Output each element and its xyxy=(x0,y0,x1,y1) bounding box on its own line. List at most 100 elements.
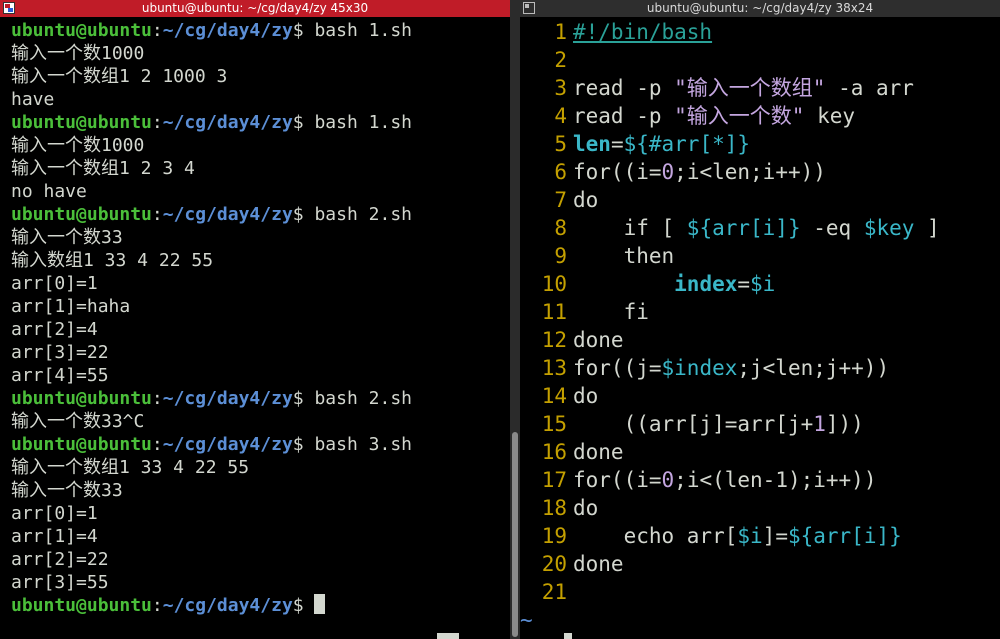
prompt-colon: : xyxy=(151,204,163,225)
code-token: = xyxy=(737,272,751,296)
code-token: "输入一个数组" xyxy=(674,76,826,100)
code-token: ${arr[i]} xyxy=(686,216,801,240)
line-number: 2 xyxy=(554,48,567,72)
code-token: ${arr[i]} xyxy=(787,524,902,548)
code-token: -a arr xyxy=(825,76,914,100)
code-line[interactable]: 13 for((j=$index;j<len;j++)) xyxy=(520,354,1000,382)
code-token: ;j<len;j++)) xyxy=(737,356,890,380)
terminal-prompt-line: ubuntu@ubuntu:~/cg/day4/zy$ bash 1.sh xyxy=(11,111,506,134)
code-line[interactable]: 20 done xyxy=(520,550,1000,578)
code-token: "输入一个数" xyxy=(674,104,805,128)
prompt-user: ubuntu@ubuntu xyxy=(11,204,152,225)
line-number: 1 xyxy=(554,20,567,44)
prompt-dollar: $ xyxy=(292,595,304,616)
code-line[interactable]: 4 read -p "输入一个数" key xyxy=(520,102,1000,130)
code-line[interactable]: 19 echo arr[$i]=${arr[i]} xyxy=(520,522,1000,550)
code-line[interactable]: 6 for((i=0;i<len;i++)) xyxy=(520,158,1000,186)
code-token: read -p xyxy=(573,76,675,100)
terminal-output-line: arr[2]=22 xyxy=(11,549,109,570)
code-line[interactable]: 14 do xyxy=(520,382,1000,410)
code-token: for((i= xyxy=(573,160,662,184)
code-token: $key xyxy=(863,216,915,240)
line-number: 6 xyxy=(554,160,567,184)
code-token: key xyxy=(804,104,856,128)
vim-editor-buffer[interactable]: 1 #!/bin/bash 2 3 read -p "输入一个数组" -a arr 4 re… xyxy=(520,18,1000,606)
prompt-command: bash 2.sh xyxy=(303,388,412,409)
code-line[interactable]: 10 index=$i xyxy=(520,270,1000,298)
line-number: 5 xyxy=(554,132,567,156)
code-token: ((arr[j]=arr[j+ xyxy=(573,412,814,436)
right-terminal-window[interactable]: ubuntu@ubuntu: ~/cg/day4/zy 38x24 1 #!/bi… xyxy=(520,0,1000,639)
code-token: #!/bin/bash xyxy=(573,20,713,44)
code-token: for((i= xyxy=(573,468,662,492)
code-token: index xyxy=(674,272,738,296)
code-line[interactable]: 8 if [ ${arr[i]} -eq $key ] xyxy=(520,214,1000,242)
terminal-output-line: arr[1]=4 xyxy=(11,526,98,547)
code-line[interactable]: 7 do xyxy=(520,186,1000,214)
code-line[interactable]: 11 fi xyxy=(520,298,1000,326)
code-token: len xyxy=(573,132,611,156)
vim-empty-line-marker: ~ xyxy=(520,608,533,632)
prompt-user: ubuntu@ubuntu xyxy=(11,112,152,133)
terminal-output-line: 输入一个数33^C xyxy=(11,411,145,432)
left-terminal-window[interactable]: ubuntu@ubuntu: ~/cg/day4/zy 45x30 ubuntu… xyxy=(0,0,510,639)
line-number: 19 xyxy=(541,524,567,548)
prompt-dollar: $ xyxy=(292,204,304,225)
terminal-output-line: arr[4]=55 xyxy=(11,365,109,386)
terminal-output-line: have xyxy=(11,89,55,110)
code-token: ${#arr[*]} xyxy=(623,132,751,156)
terminal-output-line: 输入一个数组1 2 1000 3 xyxy=(11,66,228,87)
code-token: -eq xyxy=(800,216,864,240)
code-line[interactable]: 9 then xyxy=(520,242,1000,270)
left-terminal-titlebar[interactable]: ubuntu@ubuntu: ~/cg/day4/zy 45x30 xyxy=(0,0,510,17)
code-token: ])) xyxy=(825,412,864,436)
code-token: $i xyxy=(750,272,776,296)
right-terminal-title: ubuntu@ubuntu: ~/cg/day4/zy 38x24 xyxy=(646,1,874,15)
code-token: ;i<len;i++)) xyxy=(674,160,826,184)
line-number: 16 xyxy=(541,440,567,464)
code-token: ;i<(len-1);i++)) xyxy=(674,468,877,492)
code-line[interactable]: 16 done xyxy=(520,438,1000,466)
vim-status-mark xyxy=(564,633,572,639)
code-line[interactable]: 3 read -p "输入一个数组" -a arr xyxy=(520,74,1000,102)
prompt-command: bash 2.sh xyxy=(303,204,412,225)
code-line[interactable]: 1 #!/bin/bash xyxy=(520,18,1000,46)
terminal-prompt-line: ubuntu@ubuntu:~/cg/day4/zy$ bash 2.sh xyxy=(11,387,506,410)
desktop-screen: ubuntu@ubuntu: ~/cg/day4/zy 45x30 ubuntu… xyxy=(0,0,1000,639)
prompt-colon: : xyxy=(151,20,163,41)
code-token: if [ xyxy=(573,216,687,240)
prompt-dollar: $ xyxy=(292,434,304,455)
prompt-command: bash 1.sh xyxy=(303,20,412,41)
terminal-output-line: 输入一个数组1 33 4 22 55 xyxy=(11,457,250,478)
line-number: 7 xyxy=(554,188,567,212)
prompt-colon: : xyxy=(151,595,163,616)
terminal-output-line: 输入一个数33 xyxy=(11,480,123,501)
left-terminal-scrollbar[interactable] xyxy=(510,0,520,639)
prompt-colon: : xyxy=(151,112,163,133)
scrollbar-thumb[interactable] xyxy=(512,432,518,637)
code-token: done xyxy=(573,440,624,464)
code-token: done xyxy=(573,552,624,576)
code-token: = xyxy=(610,132,624,156)
code-line[interactable]: 18 do xyxy=(520,494,1000,522)
code-line[interactable]: 17 for((i=0;i<(len-1);i++)) xyxy=(520,466,1000,494)
code-token: then xyxy=(573,244,675,268)
code-token: do xyxy=(573,496,599,520)
code-line[interactable]: 21 xyxy=(520,578,1000,606)
terminal-output[interactable]: ubuntu@ubuntu:~/cg/day4/zy$ bash 1.sh 输入一… xyxy=(11,19,506,617)
code-token: fi xyxy=(573,300,649,324)
code-line[interactable]: 12 done xyxy=(520,326,1000,354)
prompt-dollar: $ xyxy=(292,20,304,41)
terminal-prompt-line: ubuntu@ubuntu:~/cg/day4/zy$ xyxy=(11,594,506,617)
code-line[interactable]: 15 ((arr[j]=arr[j+1])) xyxy=(520,410,1000,438)
terminal-output-line: 输入数组1 33 4 22 55 xyxy=(11,250,214,271)
terminal-output-line: no have xyxy=(11,181,87,202)
line-number: 10 xyxy=(541,272,567,296)
code-line[interactable]: 5 len=${#arr[*]} xyxy=(520,130,1000,158)
code-line[interactable]: 2 xyxy=(520,46,1000,74)
right-terminal-titlebar[interactable]: ubuntu@ubuntu: ~/cg/day4/zy 38x24 xyxy=(520,0,1000,17)
prompt-command: bash 3.sh xyxy=(303,434,412,455)
terminal-prompt-line: ubuntu@ubuntu:~/cg/day4/zy$ bash 2.sh xyxy=(11,203,506,226)
line-number: 15 xyxy=(541,412,567,436)
